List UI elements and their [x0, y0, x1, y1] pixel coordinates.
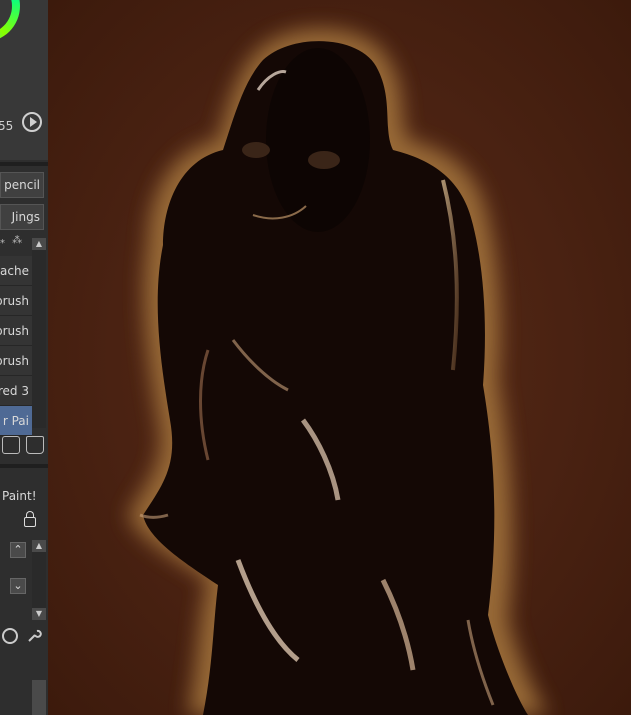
- panel-divider: [0, 464, 48, 468]
- brush-list-item-label: ache: [0, 264, 29, 278]
- duplicate-icon[interactable]: [2, 436, 20, 454]
- brush-list-scrollbar[interactable]: [32, 250, 46, 428]
- trash-icon[interactable]: [26, 436, 44, 454]
- toggle-icon[interactable]: ⌄: [10, 578, 26, 594]
- layer-scroll-down-button[interactable]: ▼: [32, 608, 46, 620]
- play-icon[interactable]: [22, 112, 42, 132]
- brush-list-item[interactable]: brush: [0, 286, 32, 316]
- color-value-readout: 55: [0, 119, 14, 133]
- brush-set-field[interactable]: Jings: [0, 204, 44, 230]
- brush-list-item-label: r Pai: [2, 414, 29, 428]
- scroll-up-button[interactable]: ▲: [32, 238, 46, 250]
- layer-scroll-up-button[interactable]: ▲: [32, 540, 46, 552]
- expand-icon[interactable]: ⌃: [10, 542, 26, 558]
- dial-icon[interactable]: [2, 628, 18, 644]
- eye-highlight: [308, 151, 340, 169]
- brush-name-text: pencil: [4, 178, 40, 192]
- drawing-canvas[interactable]: [48, 0, 631, 715]
- layer-name-text: Paint!: [2, 489, 37, 503]
- eye-highlight: [242, 142, 270, 158]
- brush-list-item-label: brush: [0, 324, 29, 338]
- panel-divider: [0, 162, 48, 166]
- list-view-icons[interactable]: ⁎ ⁂: [0, 235, 30, 249]
- brush-list-item-selected[interactable]: r Pai: [0, 406, 32, 436]
- artwork: [128, 28, 548, 715]
- brush-list-item[interactable]: brush: [0, 346, 32, 376]
- brush-list-item[interactable]: ache: [0, 256, 32, 286]
- brush-set-text: Jings: [11, 210, 40, 224]
- brush-list-item-label: red 3: [0, 384, 29, 398]
- brush-list-item-label: brush: [0, 354, 29, 368]
- brush-list-item[interactable]: red 3: [0, 376, 32, 406]
- lock-icon[interactable]: [24, 511, 36, 527]
- wrench-icon[interactable]: [26, 628, 42, 644]
- figure-head: [266, 48, 370, 232]
- brush-name-field[interactable]: pencil: [0, 172, 44, 198]
- layer-scrollbar[interactable]: [32, 552, 46, 608]
- brush-list-item-label: brush: [0, 294, 29, 308]
- brush-list-item[interactable]: brush: [0, 316, 32, 346]
- bottom-scrollbar[interactable]: [32, 680, 46, 715]
- tool-panel: 55 pencil Jings ⁎ ⁂ ▲ ache brush brush b…: [0, 0, 49, 715]
